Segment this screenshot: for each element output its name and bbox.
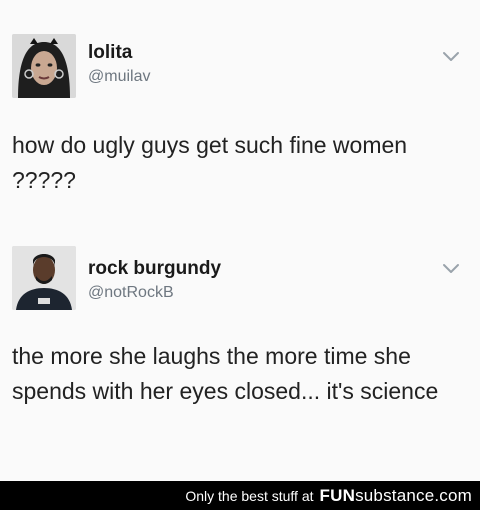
chevron-down-icon[interactable] xyxy=(440,50,462,64)
footer-brand-domain: .com xyxy=(434,485,472,505)
footer-tagline: Only the best stuff at xyxy=(185,487,314,504)
user-name[interactable]: rock burgundy xyxy=(88,258,221,280)
avatar-photo xyxy=(12,34,76,98)
avatar-photo xyxy=(12,246,76,310)
avatar[interactable] xyxy=(12,246,76,310)
footer-brand-light: substance xyxy=(355,485,435,505)
footer-brand-bold: FUN xyxy=(319,485,356,505)
footer-brand[interactable]: FUNsubstance.com xyxy=(320,486,472,506)
avatar[interactable] xyxy=(12,34,76,98)
tweet-text: how do ugly guys get such fine women ???… xyxy=(12,132,408,193)
tweet-text: the more she laughs the more time she sp… xyxy=(12,343,439,404)
user-handle[interactable]: @notRockB xyxy=(88,284,174,302)
user-name[interactable]: lolita xyxy=(88,42,132,64)
chevron-down-icon[interactable] xyxy=(440,262,462,276)
user-handle[interactable]: @muilav xyxy=(88,68,150,86)
watermark-footer: Only the best stuff at FUNsubstance.com xyxy=(0,481,480,510)
